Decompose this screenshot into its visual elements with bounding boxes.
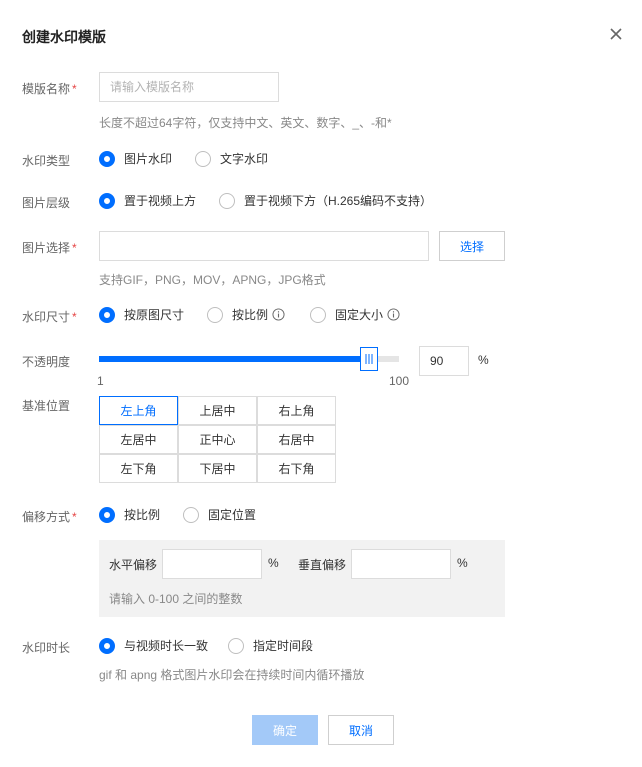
layer-label: 图片层级	[22, 196, 71, 210]
duration-label: 水印时长	[22, 641, 71, 655]
radio-label: 图片水印	[124, 152, 173, 166]
offset-hint: 请输入 0-100 之间的整数	[109, 592, 243, 606]
radio-label: 置于视频下方（H.265编码不支持）	[244, 194, 433, 208]
position-bottom-left[interactable]: 左下角	[99, 454, 178, 483]
radio-dot	[99, 637, 115, 654]
radio-original-size[interactable]: 按原图尺寸	[99, 306, 184, 323]
vertical-offset-input[interactable]	[351, 549, 451, 579]
close-icon[interactable]	[604, 22, 628, 46]
radio-dot	[195, 150, 211, 167]
opacity-input[interactable]	[419, 346, 469, 376]
position-bottom-center[interactable]: 下居中	[178, 454, 257, 483]
info-icon[interactable]	[387, 308, 400, 321]
horizontal-offset-unit: %	[268, 556, 279, 570]
size-label-text: 水印尺寸	[22, 310, 71, 324]
opacity-label: 不透明度	[22, 355, 71, 369]
offset-label-text: 偏移方式	[22, 510, 71, 524]
required-mark: *	[72, 310, 77, 324]
radio-text-watermark[interactable]: 文字水印	[195, 150, 268, 167]
vertical-offset-unit: %	[457, 556, 468, 570]
position-middle-left[interactable]: 左居中	[99, 425, 178, 454]
name-label: 模版名称 *	[22, 80, 77, 97]
size-label: 水印尺寸 *	[22, 308, 77, 325]
image-label-text: 图片选择	[22, 241, 71, 255]
image-label: 图片选择 *	[22, 239, 77, 256]
radio-label: 指定时间段	[253, 639, 314, 653]
position-middle-right[interactable]: 右居中	[257, 425, 336, 454]
select-image-button[interactable]: 选择	[439, 231, 505, 261]
radio-dot	[207, 306, 223, 323]
opacity-slider-fill	[99, 356, 369, 362]
dialog-title: 创建水印模版	[22, 29, 106, 45]
radio-label: 按原图尺寸	[124, 308, 185, 322]
horizontal-offset-label: 水平偏移	[109, 558, 158, 572]
name-label-text: 模版名称	[22, 82, 71, 96]
radio-label: 与视频时长一致	[124, 639, 209, 653]
radio-dot	[99, 192, 115, 209]
radio-image-watermark[interactable]: 图片水印	[99, 150, 172, 167]
confirm-button[interactable]: 确定	[252, 715, 318, 745]
grip-icon	[365, 354, 373, 364]
radio-fixed-size[interactable]: 固定大小	[310, 306, 400, 323]
duration-hint: gif 和 apng 格式图片水印会在持续时间内循环播放	[99, 668, 365, 682]
radio-offset-proportional[interactable]: 按比例	[99, 506, 160, 523]
name-input[interactable]	[99, 72, 279, 102]
image-path-input[interactable]	[99, 231, 429, 261]
radio-dot	[219, 192, 235, 209]
name-hint: 长度不超过64字符，仅支持中文、英文、数字、_、-和*	[99, 116, 392, 130]
opacity-max-label: 100	[389, 374, 410, 388]
position-bottom-right[interactable]: 右下角	[257, 454, 336, 483]
radio-dot	[99, 150, 115, 167]
horizontal-offset-input[interactable]	[162, 549, 262, 579]
radio-label: 文字水印	[220, 152, 269, 166]
radio-label: 固定大小	[335, 308, 384, 322]
radio-label: 置于视频上方	[124, 194, 197, 208]
radio-dot	[183, 506, 199, 523]
cancel-button[interactable]: 取消	[328, 715, 394, 745]
position-top-right[interactable]: 右上角	[257, 396, 336, 425]
offset-panel: 水平偏移 % 垂直偏移 % 请输入 0-100 之间的整数	[99, 540, 505, 617]
position-top-left[interactable]: 左上角	[99, 396, 178, 425]
radio-above-video[interactable]: 置于视频上方	[99, 192, 196, 209]
position-grid: 左上角 上居中 右上角 左居中 正中心 右居中 左下角 下居中 右下角	[99, 396, 336, 483]
offset-label: 偏移方式 *	[22, 508, 77, 525]
type-label: 水印类型	[22, 154, 71, 168]
radio-dot	[99, 306, 115, 323]
opacity-slider-track[interactable]	[99, 347, 399, 371]
radio-label: 按比例	[232, 308, 269, 322]
radio-dot	[310, 306, 326, 323]
radio-label: 按比例	[124, 508, 161, 522]
vertical-offset-label: 垂直偏移	[298, 558, 347, 572]
position-top-center[interactable]: 上居中	[178, 396, 257, 425]
radio-duration-full[interactable]: 与视频时长一致	[99, 637, 208, 654]
info-icon[interactable]	[272, 308, 285, 321]
radio-below-video[interactable]: 置于视频下方（H.265编码不支持）	[219, 192, 432, 209]
position-center[interactable]: 正中心	[178, 425, 257, 454]
radio-proportional-size[interactable]: 按比例	[207, 306, 285, 323]
position-label: 基准位置	[22, 399, 71, 413]
radio-duration-custom[interactable]: 指定时间段	[228, 637, 313, 654]
opacity-min-label: 1	[97, 374, 104, 388]
required-mark: *	[72, 82, 77, 96]
required-mark: *	[72, 241, 77, 255]
opacity-slider-handle[interactable]	[360, 347, 378, 371]
image-hint: 支持GIF，PNG，MOV，APNG，JPG格式	[99, 273, 326, 287]
required-mark: *	[72, 510, 77, 524]
radio-label: 固定位置	[208, 508, 257, 522]
radio-dot	[228, 637, 244, 654]
opacity-unit: %	[478, 353, 489, 367]
radio-dot	[99, 506, 115, 523]
radio-offset-fixed[interactable]: 固定位置	[183, 506, 256, 523]
